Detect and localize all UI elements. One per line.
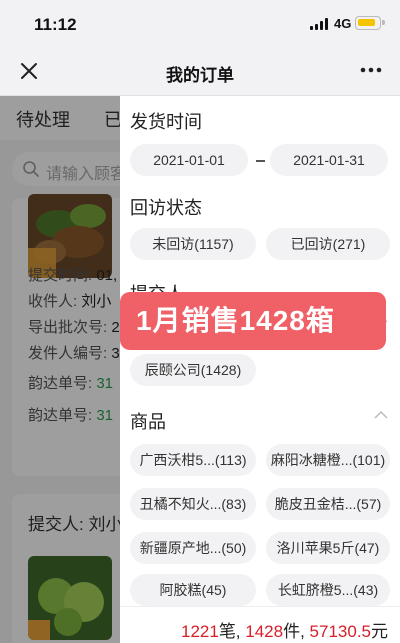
network-label: 4G (334, 16, 352, 31)
signal-icon (310, 18, 330, 30)
nav-bar: 我的订单 (0, 46, 400, 96)
submitter-option[interactable]: 辰颐公司(1428) (130, 354, 256, 386)
visit-status-title: 回访状态 (130, 198, 202, 218)
battery-icon (355, 16, 385, 30)
visit-status-option-unvisited[interactable]: 未回访(1157) (130, 228, 256, 260)
date-separator (256, 160, 265, 162)
product-option[interactable]: 广西沃柑5...(113) (130, 444, 256, 476)
start-date-picker[interactable]: 2021-01-01 (130, 144, 248, 176)
end-date-picker[interactable]: 2021-01-31 (270, 144, 388, 176)
amount-total: 57130.5 (309, 622, 371, 641)
products-title: 商品 (130, 412, 166, 432)
product-option[interactable]: 丑橘不知火...(83) (130, 488, 256, 520)
summary-text: 1221笔, 1428件, 57130.5元 (180, 622, 388, 641)
product-option[interactable]: 新疆原产地...(50) (130, 532, 256, 564)
piece-count: 1428 (245, 622, 284, 641)
more-icon[interactable] (356, 58, 386, 82)
filter-drawer: 发货时间 2021-01-01 2021-01-31 回访状态 未回访(1157… (120, 96, 400, 643)
chevron-up-icon[interactable] (374, 410, 388, 420)
status-bar: 11:12 4G (0, 0, 400, 46)
product-option[interactable]: 麻阳冰糖橙...(101) (266, 444, 390, 476)
product-option[interactable]: 阿胶糕(45) (130, 574, 256, 606)
order-summary-bar: 1221笔, 1428件, 57130.5元 (120, 606, 400, 643)
status-time: 11:12 (34, 15, 77, 34)
product-option[interactable]: 脆皮丑金桔...(57) (266, 488, 390, 520)
page-title: 我的订单 (166, 66, 234, 85)
product-option[interactable]: 长虹脐橙5...(43) (266, 574, 390, 606)
ship-time-title: 发货时间 (130, 112, 202, 132)
visit-status-option-visited[interactable]: 已回访(271) (266, 228, 390, 260)
product-option[interactable]: 洛川苹果5斤(47) (266, 532, 390, 564)
order-count: 1221 (180, 622, 219, 641)
sales-banner: 1月销售1428箱 (120, 292, 386, 350)
